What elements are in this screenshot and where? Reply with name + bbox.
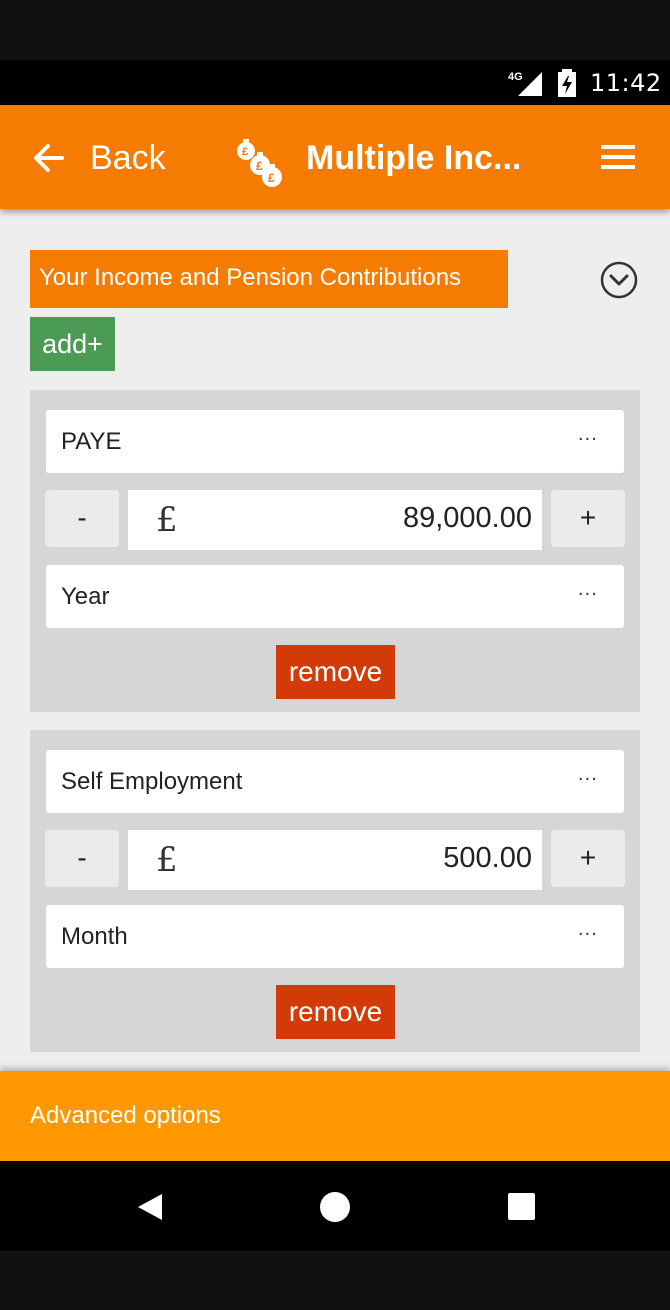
increase-amount-button[interactable]: +: [551, 490, 625, 547]
period-select[interactable]: Month ···: [46, 905, 624, 968]
back-label: Back: [90, 138, 166, 177]
add-income-button[interactable]: add+: [30, 317, 115, 371]
income-type-value: PAYE: [61, 428, 122, 455]
advanced-options-button[interactable]: Advanced options: [0, 1071, 670, 1161]
period-select[interactable]: Year ···: [46, 565, 624, 628]
menu-line: [601, 155, 635, 159]
nav-back-icon[interactable]: [136, 1192, 164, 1222]
nav-home-icon[interactable]: [320, 1192, 350, 1222]
section-header[interactable]: Your Income and Pension Contributions: [30, 250, 508, 308]
clock: 11:42: [590, 69, 662, 97]
page-title: Multiple Inc...: [306, 139, 522, 177]
arrow-left-icon: [34, 144, 64, 172]
amount-value: 500.00: [443, 842, 532, 874]
chevron-down-circle-icon[interactable]: [600, 261, 638, 299]
period-value: Year: [61, 583, 110, 610]
svg-text:£: £: [242, 146, 248, 158]
cellular-signal-icon: 4G: [508, 71, 542, 96]
top-letterbox: [0, 0, 670, 60]
period-value: Month: [61, 923, 128, 950]
back-button[interactable]: Back: [30, 133, 166, 183]
status-bar: 4G 11:42: [0, 60, 670, 105]
income-type-value: Self Employment: [61, 768, 243, 795]
svg-text:4G: 4G: [508, 71, 523, 83]
remove-income-button[interactable]: remove: [276, 985, 395, 1039]
money-bags-icon: £ £ £: [237, 139, 282, 187]
amount-input[interactable]: £ 500.00: [128, 830, 542, 890]
svg-text:£: £: [268, 171, 275, 185]
currency-symbol: £: [156, 500, 178, 540]
decrease-amount-button[interactable]: -: [45, 490, 119, 547]
nav-recents-icon[interactable]: [508, 1193, 535, 1220]
main-content[interactable]: Your Income and Pension Contributions ad…: [0, 209, 670, 1071]
income-card: PAYE ··· - £ 89,000.00 + Year ··· remove: [30, 390, 640, 712]
more-options-icon: ···: [577, 584, 598, 605]
battery-charging-icon: [558, 69, 576, 97]
amount-value: 89,000.00: [402, 502, 532, 534]
currency-symbol: £: [156, 840, 178, 880]
system-nav-bar: [0, 1161, 670, 1251]
decrease-amount-button[interactable]: -: [45, 830, 119, 887]
bottom-letterbox: [0, 1251, 670, 1310]
more-options-icon: ···: [577, 924, 598, 945]
income-type-select[interactable]: PAYE ···: [46, 410, 624, 473]
income-card: Self Employment ··· - £ 500.00 + Month ·…: [30, 730, 640, 1052]
more-options-icon: ···: [577, 769, 598, 790]
app-bar: Back £ £ £ Multiple Inc...: [0, 105, 670, 209]
more-options-icon: ···: [577, 429, 598, 450]
remove-income-button[interactable]: remove: [276, 645, 395, 699]
hamburger-menu-button[interactable]: [596, 141, 640, 177]
menu-line: [601, 165, 635, 169]
svg-text:£: £: [256, 159, 263, 173]
menu-line: [601, 145, 635, 149]
increase-amount-button[interactable]: +: [551, 830, 625, 887]
amount-input[interactable]: £ 89,000.00: [128, 490, 542, 550]
income-type-select[interactable]: Self Employment ···: [46, 750, 624, 813]
